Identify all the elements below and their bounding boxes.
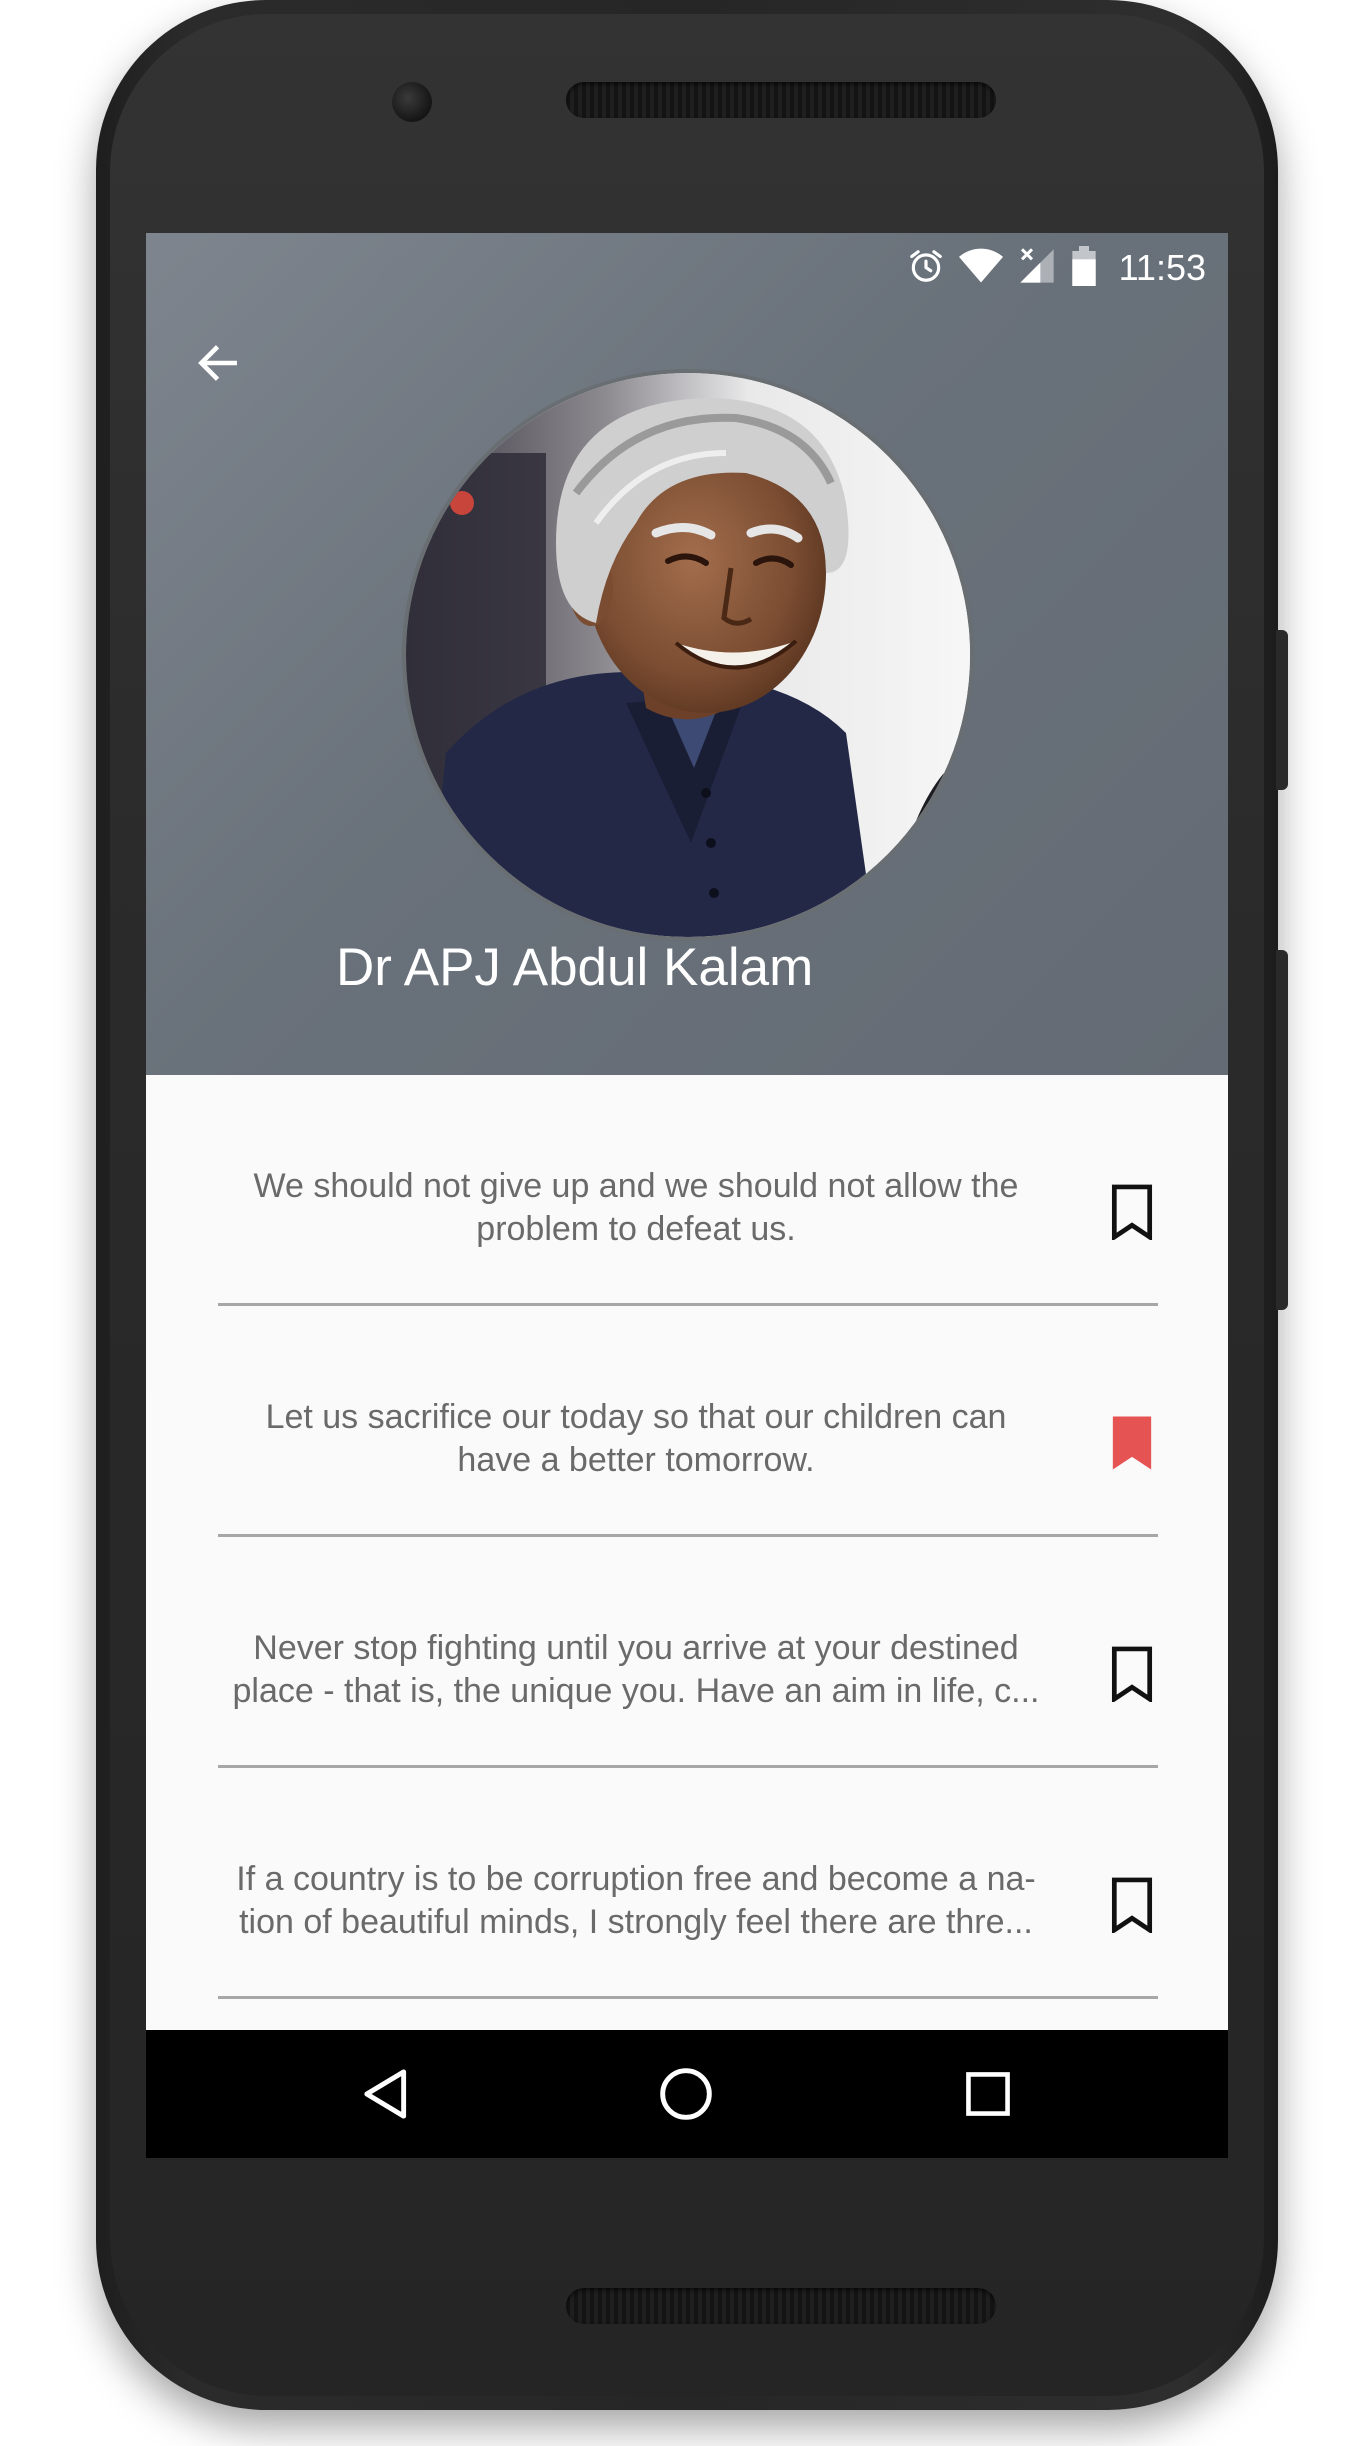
triangle-back-icon — [364, 2069, 407, 2119]
bookmark-outline-icon — [1111, 1646, 1153, 1702]
arrow-left-icon — [198, 345, 237, 381]
volume-button — [1276, 630, 1288, 790]
signal-icon — [1017, 246, 1057, 290]
portrait-image — [406, 373, 970, 937]
quote-text: We should not give up and we should not … — [253, 1167, 1019, 1248]
bookmark-button[interactable] — [1102, 1639, 1162, 1709]
profile-photo — [402, 369, 974, 941]
quote-item[interactable]: If a country is to be corruption free an… — [146, 1768, 1228, 1999]
screen: 11:53 Dr APJ Abdul Kalam We should not g… — [146, 233, 1228, 2158]
bookmark-button-active[interactable] — [1102, 1408, 1162, 1478]
battery-icon — [1071, 246, 1097, 290]
bookmark-button[interactable] — [1102, 1870, 1162, 1940]
profile-header: 11:53 Dr APJ Abdul Kalam — [146, 233, 1228, 1075]
wifi-icon — [958, 247, 1003, 289]
top-speaker — [566, 82, 996, 118]
bookmark-outline-icon — [1111, 1877, 1153, 1933]
back-button[interactable] — [186, 331, 250, 395]
quote-text: Never stop fighting until you arrive at … — [232, 1629, 1040, 1710]
nav-recents-button[interactable] — [948, 2054, 1028, 2134]
bookmark-button[interactable] — [1102, 1177, 1162, 1247]
status-time: 11:53 — [1118, 247, 1206, 288]
circle-home-icon — [660, 2068, 712, 2120]
nav-back-button[interactable] — [344, 2054, 424, 2134]
quote-list: We should not give up and we should not … — [146, 1075, 1228, 1999]
quote-text: Let us sacrifice our today so that our c… — [265, 1398, 1007, 1479]
person-name: Dr APJ Abdul Kalam — [336, 938, 814, 997]
nav-home-button[interactable] — [646, 2054, 726, 2134]
bookmark-outline-icon — [1111, 1184, 1153, 1240]
status-bar: 11:53 — [146, 233, 1228, 303]
navigation-bar — [146, 2030, 1228, 2158]
quote-item[interactable]: Let us sacrifice our today so that our c… — [146, 1306, 1228, 1537]
quote-item[interactable]: Never stop fighting until you arrive at … — [146, 1537, 1228, 1768]
front-camera — [392, 82, 432, 122]
bookmark-filled-icon — [1112, 1416, 1152, 1470]
alarm-icon — [907, 247, 945, 289]
status-icons: 11:53 — [907, 245, 1206, 291]
quote-text: If a country is to be corruption free an… — [236, 1860, 1036, 1941]
bottom-speaker — [566, 2288, 996, 2324]
square-recents-icon — [966, 2072, 1010, 2116]
quote-item[interactable]: We should not give up and we should not … — [146, 1075, 1228, 1306]
power-button — [1276, 950, 1288, 1310]
divider — [218, 1996, 1158, 1999]
